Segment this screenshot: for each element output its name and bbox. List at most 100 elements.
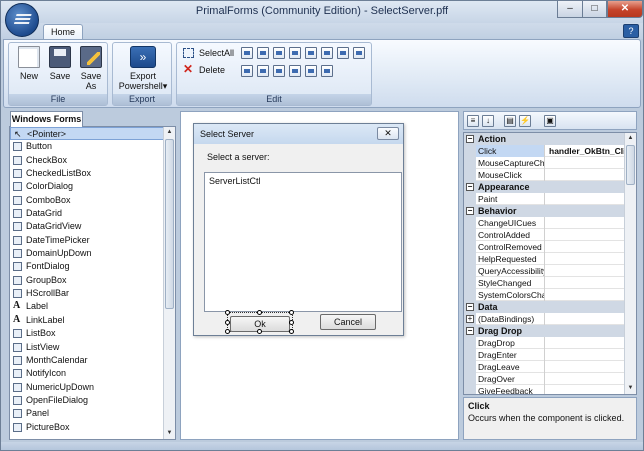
toolbox-item-listview[interactable]: ListView bbox=[10, 341, 175, 354]
property-row[interactable]: ControlRemoved bbox=[464, 241, 636, 253]
property-row[interactable]: GiveFeedback bbox=[464, 385, 636, 394]
scroll-down-icon[interactable]: ▼ bbox=[625, 383, 636, 394]
collapse-icon[interactable]: − bbox=[466, 183, 474, 191]
toolbox-item-checkbox[interactable]: CheckBox bbox=[10, 154, 175, 167]
events-lightning-icon[interactable]: ⚡ bbox=[519, 115, 531, 127]
grid-snap-icon[interactable] bbox=[337, 47, 349, 59]
toolbox-item-notifyicon[interactable]: NotifyIcon bbox=[10, 367, 175, 380]
property-row[interactable]: ControlAdded bbox=[464, 229, 636, 241]
toolbox-item-picturebox[interactable]: PictureBox bbox=[10, 421, 175, 434]
resize-handle-nw[interactable] bbox=[225, 310, 230, 315]
toolbox-item-fontdialog[interactable]: FontDialog bbox=[10, 260, 175, 273]
scroll-up-icon[interactable]: ▲ bbox=[164, 127, 175, 138]
resize-handle-s[interactable] bbox=[257, 329, 262, 334]
same-height-icon[interactable] bbox=[273, 65, 285, 77]
click-handler-value[interactable]: handler_OkBtn_Click bbox=[546, 145, 626, 157]
categorized-icon[interactable]: ≡ bbox=[467, 115, 479, 127]
form-close-button[interactable]: ✕ bbox=[377, 127, 399, 140]
server-listbox[interactable]: ServerListCtl bbox=[204, 172, 402, 312]
lock-controls-icon[interactable] bbox=[321, 65, 333, 77]
property-row[interactable]: ChangeUICues bbox=[464, 217, 636, 229]
same-size-icon[interactable] bbox=[241, 65, 253, 77]
property-row[interactable]: SystemColorsChanged bbox=[464, 289, 636, 301]
property-row[interactable]: DragLeave bbox=[464, 361, 636, 373]
toolbox-item-checkedlistbox[interactable]: CheckedListBox bbox=[10, 167, 175, 180]
property-row[interactable]: MouseClick bbox=[464, 169, 636, 181]
property-row[interactable]: DragEnter bbox=[464, 349, 636, 361]
export-powershell-button[interactable]: » Export Powershell▾ bbox=[117, 46, 169, 91]
scroll-up-icon[interactable]: ▲ bbox=[625, 133, 636, 144]
toolbox-item-hscrollbar[interactable]: HScrollBar bbox=[10, 287, 175, 300]
category-action[interactable]: − Action bbox=[464, 133, 636, 145]
expand-icon[interactable]: + bbox=[466, 315, 474, 323]
toolbox-item-combobox[interactable]: ComboBox bbox=[10, 194, 175, 207]
category-behavior[interactable]: − Behavior bbox=[464, 205, 636, 217]
category-appearance[interactable]: − Appearance bbox=[464, 181, 636, 193]
close-window-button[interactable]: ✕ bbox=[607, 1, 643, 18]
property-row[interactable]: HelpRequested bbox=[464, 253, 636, 265]
category-data[interactable]: − Data bbox=[464, 301, 636, 313]
toolbox-item-panel[interactable]: Panel bbox=[10, 407, 175, 420]
resize-handle-se[interactable] bbox=[289, 329, 294, 334]
help-icon[interactable]: ? bbox=[623, 24, 639, 38]
toolbox-scrollbar[interactable]: ▲ ▼ bbox=[163, 127, 175, 439]
toolbox-item-linklabel[interactable]: A LinkLabel bbox=[10, 314, 175, 327]
center-horizontal-icon[interactable] bbox=[305, 47, 317, 59]
category-drag-drop[interactable]: − Drag Drop bbox=[464, 325, 636, 337]
property-row[interactable]: MouseCaptureChanged bbox=[464, 157, 636, 169]
properties-icon[interactable]: ▤ bbox=[504, 115, 516, 127]
toolbox-item-button[interactable]: Button bbox=[10, 140, 175, 153]
resize-handle-e[interactable] bbox=[289, 320, 294, 325]
toolbox-item-label[interactable]: A Label bbox=[10, 300, 175, 313]
toolbox-item-datetimepicker[interactable]: DateTimePicker bbox=[10, 234, 175, 247]
center-vertical-icon[interactable] bbox=[321, 47, 333, 59]
toolbox-item-monthcalendar[interactable]: MonthCalendar bbox=[10, 354, 175, 367]
property-row-databindings[interactable]: + (DataBindings) bbox=[464, 313, 636, 325]
align-bottom-icon[interactable] bbox=[289, 47, 301, 59]
resize-handle-sw[interactable] bbox=[225, 329, 230, 334]
toolbox-item-colordialog[interactable]: ColorDialog bbox=[10, 180, 175, 193]
save-as-button[interactable]: Save As bbox=[75, 46, 107, 91]
bring-front-icon[interactable] bbox=[289, 65, 301, 77]
delete-button[interactable]: ✕ Delete bbox=[183, 63, 225, 77]
property-pages-icon[interactable]: ▣ bbox=[544, 115, 556, 127]
collapse-icon[interactable]: − bbox=[466, 135, 474, 143]
align-top-icon[interactable] bbox=[273, 47, 285, 59]
scroll-down-icon[interactable]: ▼ bbox=[164, 428, 175, 439]
collapse-icon[interactable]: − bbox=[466, 303, 474, 311]
property-row[interactable]: DragOver bbox=[464, 373, 636, 385]
new-button[interactable]: New bbox=[13, 46, 45, 81]
property-row[interactable]: DragDrop bbox=[464, 337, 636, 349]
scroll-thumb[interactable] bbox=[165, 139, 174, 309]
alphabetical-icon[interactable]: ↓ bbox=[482, 115, 494, 127]
resize-handle-w[interactable] bbox=[225, 320, 230, 325]
toolbox-item-domainupdown[interactable]: DomainUpDown bbox=[10, 247, 175, 260]
toolbox-item-pointer[interactable]: ↖ <Pointer> bbox=[10, 127, 175, 141]
property-row[interactable]: Paint bbox=[464, 193, 636, 205]
property-row-click[interactable]: Clickhandler_OkBtn_Click bbox=[464, 145, 636, 157]
toolbox-item-listbox[interactable]: ListBox bbox=[10, 327, 175, 340]
align-left-icon[interactable] bbox=[241, 47, 253, 59]
toolbox-item-numericupdown[interactable]: NumericUpDown bbox=[10, 381, 175, 394]
toolbox-item-datagrid[interactable]: DataGrid bbox=[10, 207, 175, 220]
layout-icon[interactable] bbox=[353, 47, 365, 59]
toolbox-item-groupbox[interactable]: GroupBox bbox=[10, 274, 175, 287]
toolbox-item-openfiledialog[interactable]: OpenFileDialog bbox=[10, 394, 175, 407]
tab-windows-forms[interactable]: Windows Forms bbox=[10, 111, 83, 127]
property-row[interactable]: QueryAccessibilityHelp bbox=[464, 265, 636, 277]
save-button[interactable]: Save bbox=[44, 46, 76, 81]
collapse-icon[interactable]: − bbox=[466, 207, 474, 215]
align-center-icon[interactable] bbox=[257, 47, 269, 59]
app-menu-orb-icon[interactable] bbox=[5, 3, 39, 37]
property-row[interactable]: StyleChanged bbox=[464, 277, 636, 289]
scroll-thumb[interactable] bbox=[626, 145, 635, 185]
send-back-icon[interactable] bbox=[305, 65, 317, 77]
maximize-button[interactable]: □ bbox=[582, 1, 607, 18]
same-width-icon[interactable] bbox=[257, 65, 269, 77]
resize-handle-n[interactable] bbox=[257, 310, 262, 315]
tab-home[interactable]: Home bbox=[43, 24, 83, 40]
select-all-button[interactable]: SelectAll bbox=[183, 46, 234, 60]
minimize-button[interactable]: – bbox=[557, 1, 582, 18]
resize-handle-ne[interactable] bbox=[289, 310, 294, 315]
cancel-button[interactable]: Cancel bbox=[320, 314, 376, 330]
